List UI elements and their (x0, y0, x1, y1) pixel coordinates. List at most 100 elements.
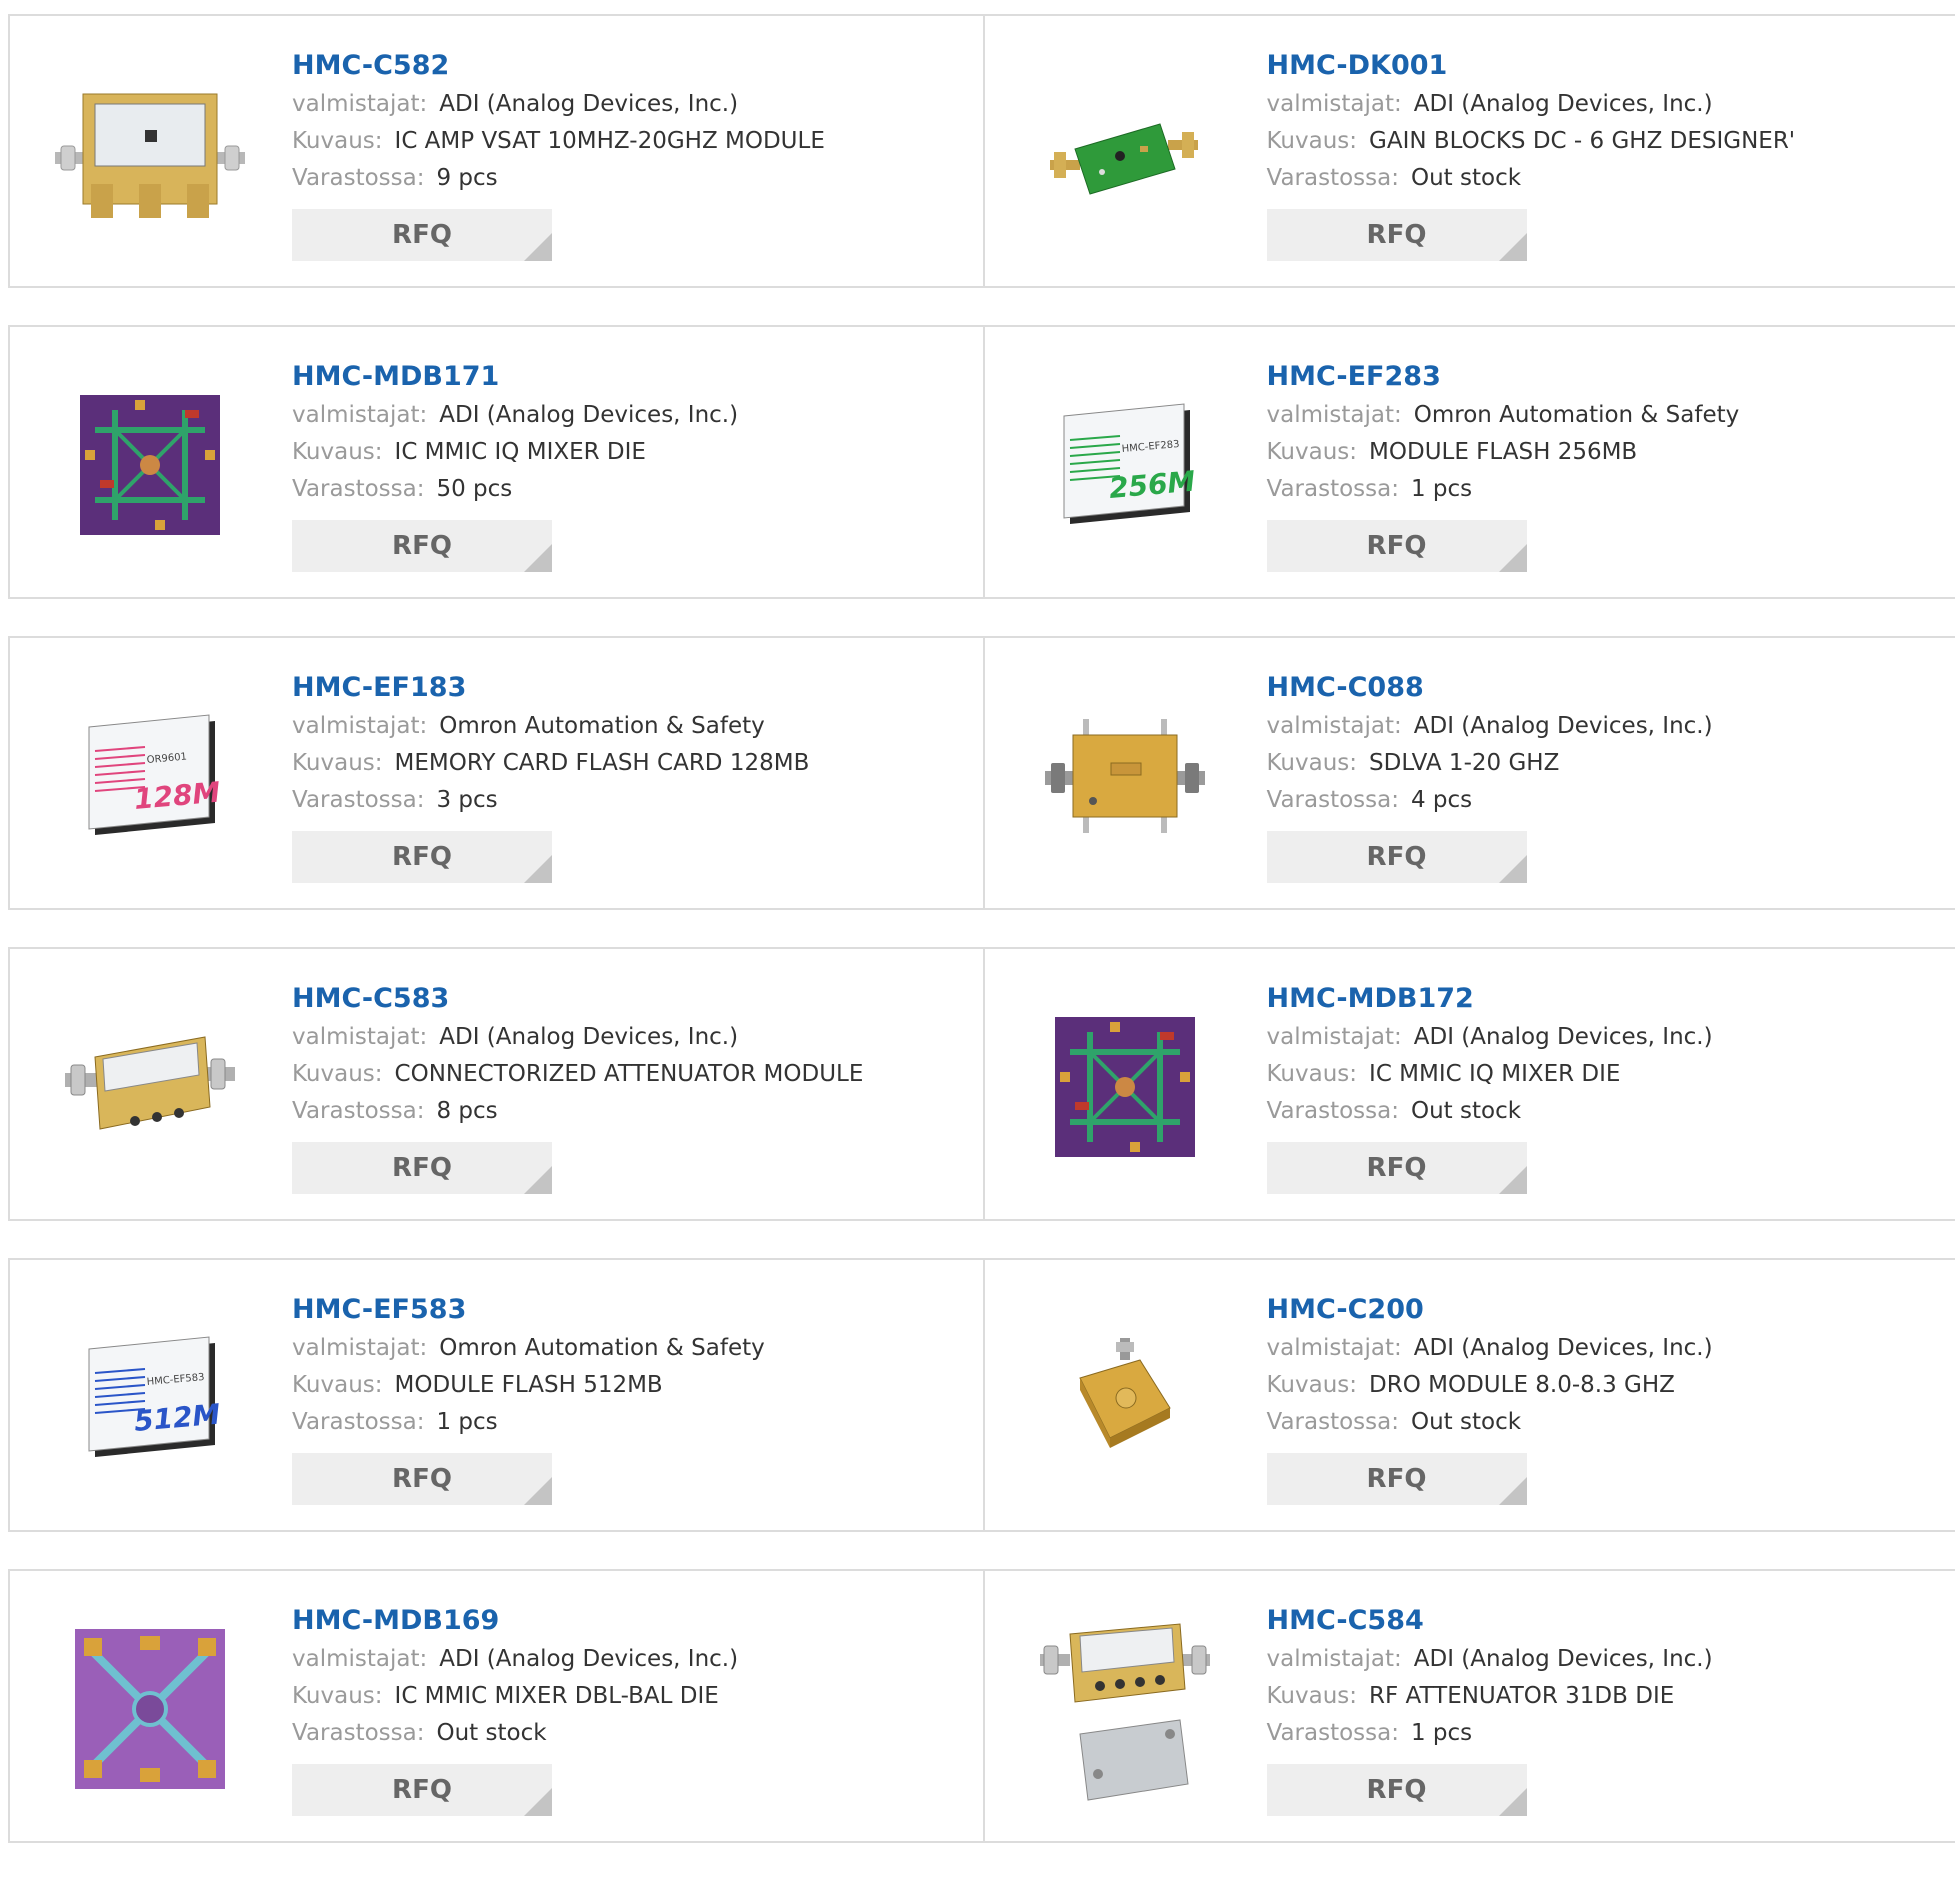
product-card: OR9601 128M HMC-EF183 valmistajat:Omron … (10, 638, 983, 908)
stock-label: Varastossa: (1267, 1098, 1399, 1124)
product-row: HMC-MDB169 valmistajat:ADI (Analog Devic… (8, 1569, 1955, 1843)
manufacturer-value: ADI (Analog Devices, Inc.) (439, 402, 738, 428)
stock-value: Out stock (1411, 165, 1521, 191)
part-number-link[interactable]: HMC-C200 (1267, 1290, 1713, 1330)
stock-value: 1 pcs (436, 1409, 497, 1435)
product-info: HMC-C200 valmistajat:ADI (Analog Devices… (1267, 1290, 1713, 1505)
stock-line: Varastossa:1 pcs (1267, 471, 1740, 508)
stock-line: Varastossa:4 pcs (1267, 782, 1713, 819)
part-number-link[interactable]: HMC-MDB172 (1267, 979, 1713, 1019)
description-value: MODULE FLASH 256MB (1369, 439, 1637, 465)
description-line: Kuvaus: SDLVA 1-20 GHZ (1267, 745, 1713, 782)
manufacturer-label: valmistajat: (292, 1024, 427, 1050)
description-value: IC AMP VSAT 10MHZ-20GHZ MODULE (395, 128, 825, 154)
stock-line: Varastossa:Out stock (292, 1715, 738, 1752)
mmic-die-image[interactable] (50, 365, 250, 565)
stock-label: Varastossa: (292, 476, 424, 502)
rfq-button[interactable]: RFQ (1267, 831, 1527, 883)
part-number-link[interactable]: HMC-C088 (1267, 668, 1713, 708)
product-card: HMC-MDB169 valmistajat:ADI (Analog Devic… (10, 1571, 983, 1841)
stock-label: Varastossa: (292, 1098, 424, 1124)
rfq-button[interactable]: RFQ (292, 1764, 552, 1816)
description-value: GAIN BLOCKS DC - 6 GHZ DESIGNER' (1369, 128, 1795, 154)
manufacturer-line: valmistajat:ADI (Analog Devices, Inc.) (292, 1641, 738, 1678)
rfq-button[interactable]: RFQ (1267, 1764, 1527, 1816)
manufacturer-line: valmistajat:ADI (Analog Devices, Inc.) (1267, 708, 1713, 745)
mixer-die-image[interactable] (50, 1609, 250, 1809)
manufacturer-label: valmistajat: (292, 91, 427, 117)
manufacturer-line: valmistajat:ADI (Analog Devices, Inc.) (1267, 1641, 1713, 1678)
manufacturer-label: valmistajat: (292, 402, 427, 428)
part-number-link[interactable]: HMC-EF583 (292, 1290, 765, 1330)
manufacturer-label: valmistajat: (292, 713, 427, 739)
description-value: SDLVA 1-20 GHZ (1369, 750, 1559, 776)
rfq-button[interactable]: RFQ (292, 209, 552, 261)
product-row: HMC-EF583 512M HMC-EF583 valmistajat:Omr… (8, 1258, 1955, 1532)
eval-board-image[interactable] (1025, 54, 1225, 254)
product-card: HMC-C583 valmistajat:ADI (Analog Devices… (10, 949, 983, 1219)
mmic-die-image[interactable] (1025, 987, 1225, 1187)
product-card: HMC-EF583 512M HMC-EF583 valmistajat:Omr… (10, 1260, 983, 1530)
part-number-link[interactable]: HMC-DK001 (1267, 46, 1796, 86)
dro-module-image[interactable] (1025, 1298, 1225, 1498)
stock-label: Varastossa: (1267, 165, 1399, 191)
flash-card-256m-image[interactable]: HMC-EF283 256M (1025, 365, 1225, 565)
description-label: Kuvaus: (1267, 750, 1358, 776)
rfq-button[interactable]: RFQ (292, 1453, 552, 1505)
part-number-link[interactable]: HMC-C583 (292, 979, 863, 1019)
product-row: HMC-MDB171 valmistajat: ADI (Analog Devic… (8, 325, 1955, 599)
manufacturer-line: valmistajat: ADI (Analog Devices, Inc.) (292, 86, 825, 123)
rfq-button[interactable]: RFQ (292, 520, 552, 572)
description-value: CONNECTORIZED ATTENUATOR MODULE (395, 1061, 864, 1087)
description-line: Kuvaus:IC MMIC MIXER DBL-BAL DIE (292, 1678, 738, 1715)
product-info: HMC-EF183 valmistajat:Omron Automation &… (292, 668, 809, 883)
part-number-link[interactable]: HMC-MDB169 (292, 1601, 738, 1641)
product-card: HMC-C584 valmistajat:ADI (Analog Devices… (983, 1571, 1955, 1841)
description-label: Kuvaus: (1267, 439, 1358, 465)
description-label: Kuvaus: (292, 1683, 383, 1709)
stock-line: Varastossa:50 pcs (292, 471, 738, 508)
part-number-link[interactable]: HMC-C582 (292, 46, 825, 86)
description-line: Kuvaus:MEMORY CARD FLASH CARD 128MB (292, 745, 809, 782)
manufacturer-label: valmistajat: (292, 1646, 427, 1672)
stock-line: Varastossa: Out stock (1267, 1404, 1713, 1441)
stock-label: Varastossa: (1267, 1409, 1399, 1435)
product-info: HMC-DK001 valmistajat:ADI (Analog Device… (1267, 46, 1796, 261)
manufacturer-line: valmistajat:ADI (Analog Devices, Inc.) (1267, 1019, 1713, 1056)
stock-value: 9 pcs (436, 165, 497, 191)
description-label: Kuvaus: (292, 1372, 383, 1398)
rfq-button[interactable]: RFQ (1267, 209, 1527, 261)
product-info: HMC-MDB172 valmistajat:ADI (Analog Devic… (1267, 979, 1713, 1194)
part-number-link[interactable]: HMC-EF283 (1267, 357, 1740, 397)
stock-value: Out stock (1411, 1409, 1521, 1435)
attenuator-module-image[interactable] (50, 987, 250, 1187)
part-number-link[interactable]: HMC-MDB171 (292, 357, 738, 397)
product-info: HMC-MDB169 valmistajat:ADI (Analog Devic… (292, 1601, 738, 1816)
rfq-button[interactable]: RFQ (292, 831, 552, 883)
amplifier-module-image[interactable] (50, 54, 250, 254)
rfq-button[interactable]: RFQ (1267, 1142, 1527, 1194)
rfq-button[interactable]: RFQ (1267, 1453, 1527, 1505)
description-line: Kuvaus:IC AMP VSAT 10MHZ-20GHZ MODULE (292, 123, 825, 160)
flash-card-512m-image[interactable]: HMC-EF583 512M (50, 1298, 250, 1498)
product-row: HMC-C583 valmistajat:ADI (Analog Devices… (8, 947, 1955, 1221)
rfq-button[interactable]: RFQ (292, 1142, 552, 1194)
manufacturer-label: valmistajat: (292, 1335, 427, 1361)
product-card: HMC-C200 valmistajat:ADI (Analog Devices… (983, 1260, 1955, 1530)
manufacturer-label: valmistajat: (1267, 713, 1402, 739)
manufacturer-value: ADI (Analog Devices, Inc.) (439, 91, 738, 117)
flash-card-128m-image[interactable]: OR9601 128M (50, 676, 250, 876)
description-line: Kuvaus:IC MMIC IQ MIXER DIE (292, 434, 738, 471)
description-label: Kuvaus: (292, 750, 383, 776)
stock-label: Varastossa: (1267, 1720, 1399, 1746)
rfq-button[interactable]: RFQ (1267, 520, 1527, 572)
part-number-link[interactable]: HMC-EF183 (292, 668, 809, 708)
stock-value: Out stock (1411, 1098, 1521, 1124)
manufacturer-value: ADI (Analog Devices, Inc.) (1414, 1024, 1713, 1050)
stock-value: Out stock (436, 1720, 546, 1746)
attenuator-die-image[interactable] (1025, 1609, 1225, 1809)
sdlva-module-image[interactable] (1025, 676, 1225, 876)
part-number-link[interactable]: HMC-C584 (1267, 1601, 1713, 1641)
stock-label: Varastossa: (292, 1409, 424, 1435)
manufacturer-label: valmistajat: (1267, 1646, 1402, 1672)
